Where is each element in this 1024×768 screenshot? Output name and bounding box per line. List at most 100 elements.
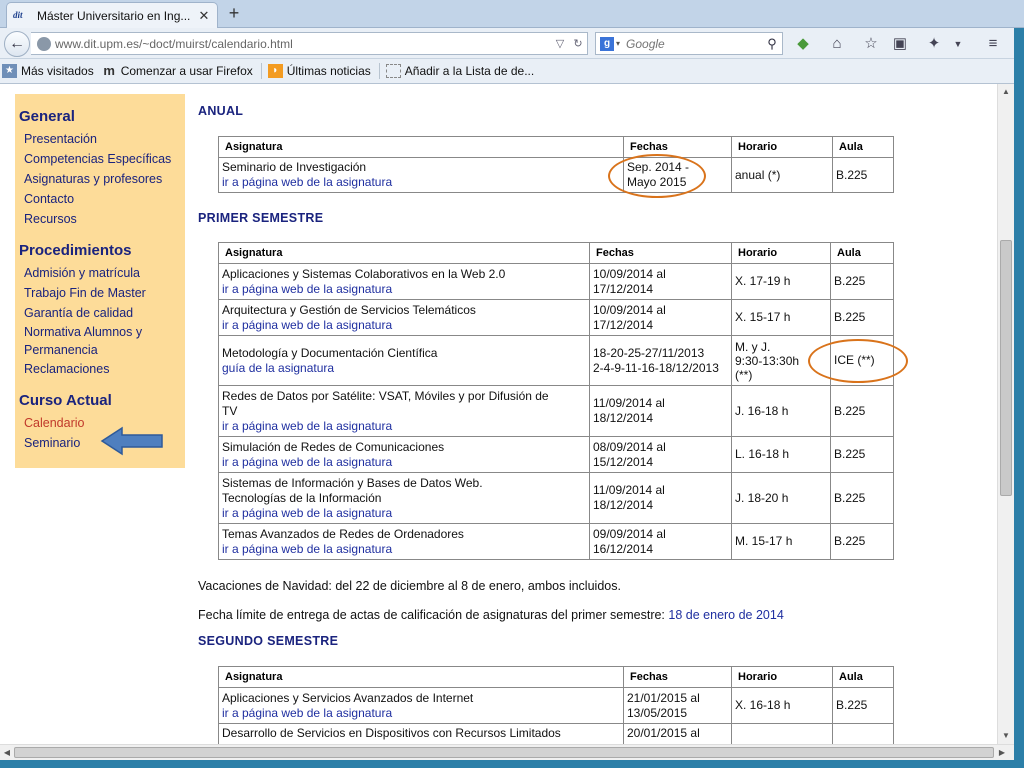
subject-link[interactable]: ir a página web de la asignatura — [222, 282, 392, 296]
subject-name: Sistemas de Información y Bases de Datos… — [222, 475, 483, 490]
scroll-down-icon[interactable]: ▼ — [1000, 730, 1012, 742]
cell-horario: anual (*) — [731, 157, 833, 193]
scroll-thumb[interactable] — [14, 747, 994, 758]
date-end: 2-4-9-11-16-18/12/2013 — [593, 360, 719, 375]
bookmark-label: Comenzar a usar Firefox — [120, 64, 253, 78]
subject-name: Temas Avanzados de Redes de Ordenadores — [222, 526, 464, 541]
table-header: Asignatura Fechas Horario Aula — [218, 242, 894, 264]
bookmark-star-icon[interactable]: ☆ — [861, 34, 881, 54]
browser-tab[interactable]: dit Máster Universitario en Ing... ✕ — [6, 2, 218, 29]
vacaciones-text: Vacaciones de Navidad: del 22 de diciemb… — [198, 579, 621, 593]
table-segundo-semestre: Asignatura Fechas Horario Aula Aplicacio… — [218, 666, 894, 744]
separator — [378, 63, 380, 79]
col-fechas: Fechas — [623, 666, 732, 688]
annotation-arrow-icon — [100, 426, 163, 456]
sidebar-item-recursos[interactable]: Recursos — [19, 209, 185, 229]
sidebar-section-general: General — [19, 108, 75, 125]
col-fechas: Fechas — [589, 242, 732, 264]
home-icon[interactable]: ⌂ — [827, 34, 847, 54]
sidebar-item-calidad[interactable]: Garantía de calidad — [19, 303, 185, 323]
subject-link[interactable]: ir a página web de la asignatura — [222, 455, 392, 469]
cell-aula: B.225 — [832, 157, 894, 193]
subject-name: Arquitectura y Gestión de Servicios Tele… — [222, 302, 476, 317]
scroll-left-icon[interactable]: ◀ — [1, 747, 13, 759]
sidebar-section-curso-actual: Curso Actual — [19, 392, 112, 409]
menu-icon[interactable]: ≡ — [983, 34, 1003, 54]
fecha-limite-link[interactable]: 18 de enero de 2014 — [668, 608, 783, 622]
col-fechas: Fechas — [623, 136, 732, 158]
table-row: Aplicaciones y Servicios Avanzados de In… — [218, 687, 894, 724]
url-bar[interactable]: ▽ ↻ — [31, 32, 588, 55]
date-end: 17/12/2014 — [593, 281, 654, 296]
google-icon[interactable]: g — [600, 36, 614, 51]
date-start: 09/09/2014 al — [593, 526, 666, 541]
search-icon[interactable]: ⚲ — [762, 36, 782, 52]
cell-fechas: Sep. 2014 - Mayo 2015 — [623, 157, 732, 193]
search-bar[interactable]: g ▾ ⚲ — [595, 32, 783, 55]
col-asignatura: Asignatura — [218, 666, 624, 688]
chevron-down-icon[interactable]: ▾ — [616, 39, 620, 48]
bookmark-label: Últimas noticias — [286, 64, 371, 78]
reading-list-icon[interactable]: ▣ — [890, 34, 910, 54]
horizontal-scrollbar[interactable]: ◀ ▶ — [0, 744, 1014, 760]
sidebar-item-normativa[interactable]: Normativa Alumnos y — [19, 323, 185, 341]
window-border — [0, 760, 1024, 768]
subject-guide-link[interactable]: guía de la asignatura — [222, 361, 334, 375]
sidebar-item-presentacion[interactable]: Presentación — [19, 129, 185, 149]
cell-aula: B.225 — [830, 436, 894, 473]
sidebar-item-reclamaciones[interactable]: Reclamaciones — [19, 359, 185, 379]
subject-link[interactable]: ir a página web de la asignatura — [222, 175, 392, 189]
schedule-days: M. y J. — [735, 339, 771, 354]
table-row: Arquitectura y Gestión de Servicios Tele… — [218, 299, 894, 336]
sidebar-item-competencias[interactable]: Competencias Específicas — [19, 149, 185, 169]
date-end: 15/12/2014 — [593, 454, 654, 469]
cell-aula: ICE (**) — [830, 335, 894, 386]
cell-horario: X. 17-19 h — [731, 263, 831, 300]
sidebar-item-permanencia[interactable]: Permanencia — [19, 341, 185, 359]
table-row: Metodología y Documentación Científica gu… — [218, 335, 894, 386]
subject-link[interactable]: ir a página web de la asignatura — [222, 706, 392, 720]
bookmark-add-to-list[interactable]: Añadir a la Lista de de... — [385, 64, 534, 78]
sidebar-item-tfm[interactable]: Trabajo Fin de Master — [19, 283, 185, 303]
dropdown-arrow-icon[interactable]: ▽ — [551, 37, 569, 50]
date-start: 21/01/2015 al — [627, 690, 700, 705]
window-border — [1014, 28, 1024, 768]
bookmark-most-visited[interactable]: ★ Más visitados — [2, 64, 94, 78]
cell-horario: L. 16-18 h — [731, 436, 831, 473]
scroll-right-icon[interactable]: ▶ — [996, 747, 1008, 759]
subject-link[interactable]: ir a página web de la asignatura — [222, 506, 392, 520]
subject-link[interactable]: ir a página web de la asignatura — [222, 419, 392, 433]
arrow-left-icon: ← — [9, 35, 25, 52]
sidebar-item-contacto[interactable]: Contacto — [19, 189, 185, 209]
col-aula: Aula — [832, 666, 894, 688]
scroll-up-icon[interactable]: ▲ — [1000, 86, 1012, 98]
close-tab-icon[interactable]: ✕ — [197, 8, 211, 24]
date-end: 17/12/2014 — [593, 317, 654, 332]
table-row: Seminario de Investigación ir a página we… — [218, 157, 894, 193]
globe-icon — [37, 36, 51, 51]
extension-icon[interactable]: ✦ — [924, 34, 944, 54]
subject-link[interactable]: ir a página web de la asignatura — [222, 318, 392, 332]
subject-name: Aplicaciones y Servicios Avanzados de In… — [222, 690, 474, 705]
vertical-scrollbar[interactable]: ▲ ▼ — [997, 84, 1014, 744]
scroll-thumb[interactable] — [1000, 240, 1012, 496]
cell-horario: J. 16-18 h — [731, 385, 831, 437]
back-button[interactable]: ← — [4, 31, 30, 57]
download-icon[interactable]: ◆ — [793, 34, 813, 54]
sidebar-item-asignaturas[interactable]: Asignaturas y profesores — [19, 169, 185, 189]
col-asignatura: Asignatura — [218, 242, 590, 264]
url-input[interactable] — [55, 36, 551, 51]
bookmark-label: Más visitados — [21, 64, 94, 78]
cell-horario: M. 16-18 h — [731, 723, 833, 744]
new-tab-icon[interactable]: + — [224, 3, 244, 23]
bookmark-getting-started[interactable]: m Comenzar a usar Firefox — [102, 64, 253, 79]
subject-link[interactable]: ir a página web de la asignatura — [222, 542, 392, 556]
bookmark-latest-news[interactable]: ◗ Últimas noticias — [267, 64, 371, 78]
reload-icon[interactable]: ↻ — [569, 37, 587, 50]
chevron-down-icon[interactable]: ▼ — [948, 34, 968, 54]
subject-name-cont: Tecnologías de la Información — [222, 490, 382, 505]
search-input[interactable] — [626, 36, 762, 51]
rss-icon: ◗ — [267, 64, 283, 78]
subject-name: Redes de Datos por Satélite: VSAT, Móvil… — [222, 388, 549, 403]
sidebar-item-admision[interactable]: Admisión y matrícula — [19, 263, 185, 283]
